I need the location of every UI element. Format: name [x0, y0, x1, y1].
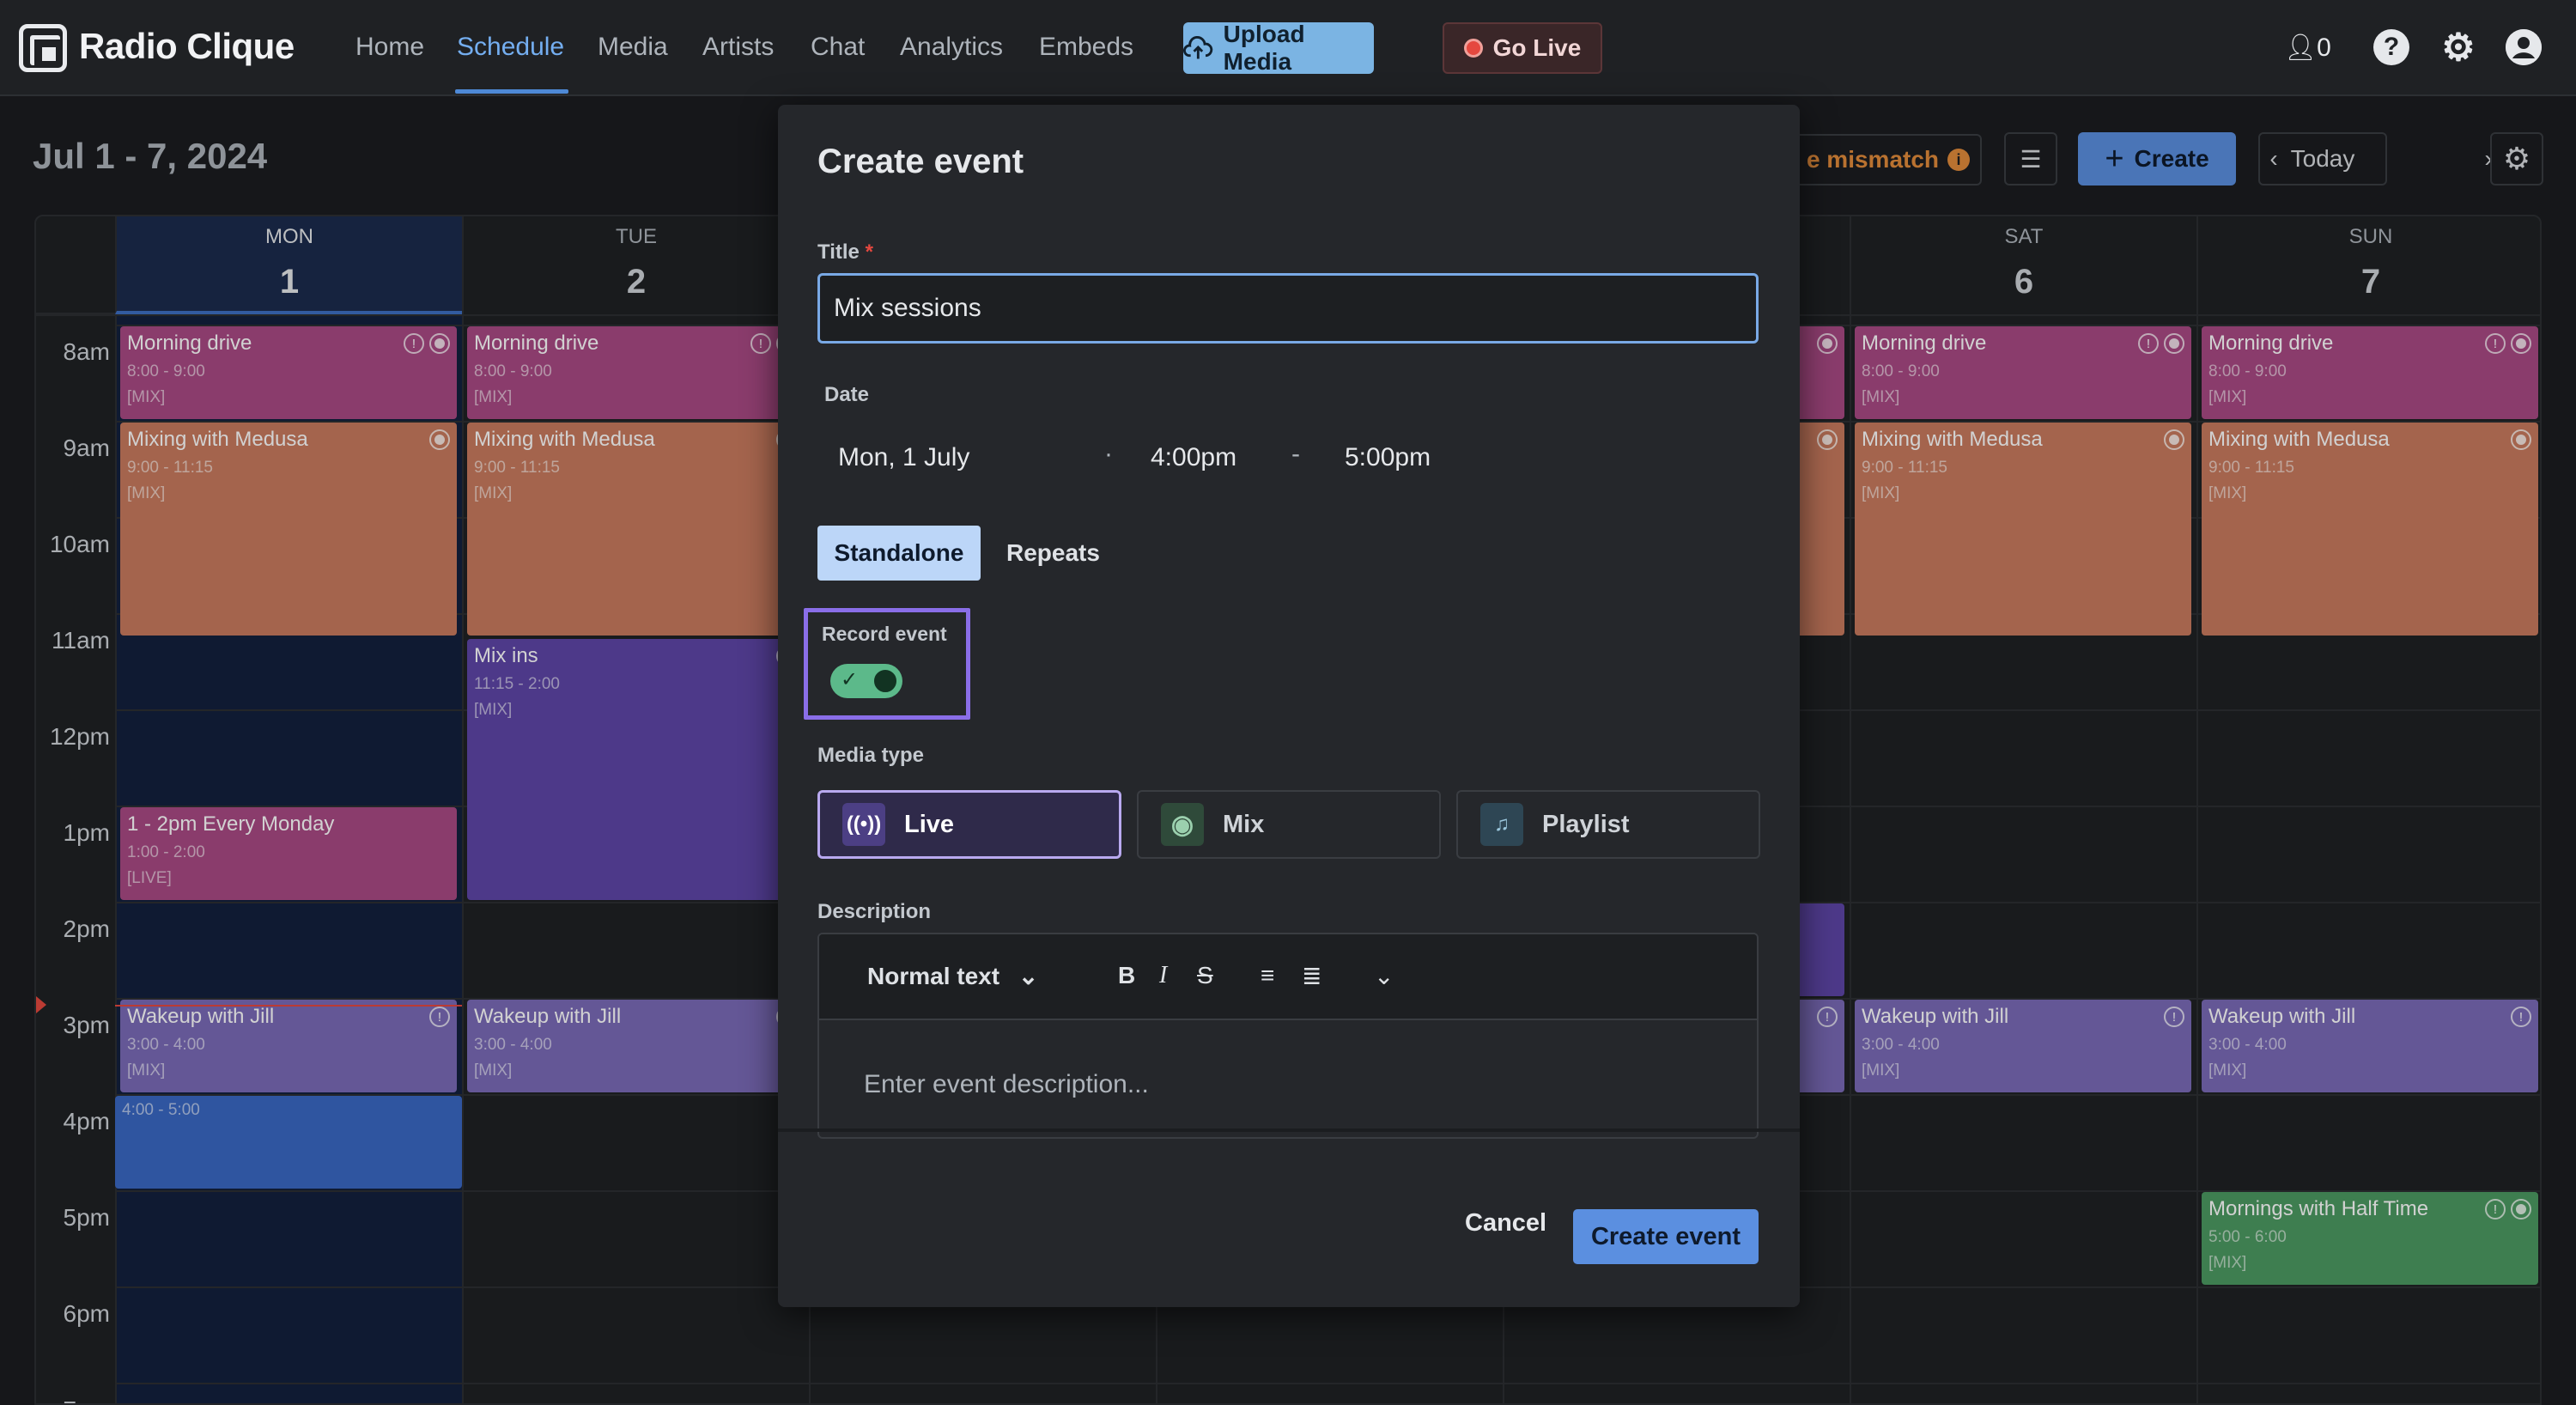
record-event-group: Record event ✓: [804, 608, 970, 720]
end-time-picker[interactable]: 5:00pm: [1345, 443, 1431, 472]
help-icon[interactable]: ?: [2373, 29, 2409, 65]
record-event-label: Record event: [822, 623, 947, 645]
time-separator: -: [1291, 440, 1300, 468]
nav-home[interactable]: Home: [355, 33, 424, 62]
vinyl-icon: ◉: [1161, 803, 1204, 846]
date-picker[interactable]: Mon, 1 July: [838, 443, 969, 472]
media-type-live-label: Live: [904, 810, 955, 838]
nav-analytics[interactable]: Analytics: [900, 33, 1003, 62]
italic-icon[interactable]: I: [1159, 962, 1167, 989]
upload-media-label: Upload Media: [1223, 21, 1305, 75]
nav-schedule[interactable]: Schedule: [457, 33, 564, 62]
logo-icon: [19, 24, 67, 72]
media-type-mix-label: Mix: [1223, 810, 1265, 838]
dialog-footer-divider: [778, 1128, 1800, 1132]
record-event-toggle[interactable]: ✓: [830, 664, 902, 698]
media-type-mix[interactable]: ◉ Mix: [1137, 790, 1441, 859]
listener-icon: 👤︎: [2284, 33, 2318, 62]
account-avatar-icon[interactable]: [2506, 29, 2542, 65]
start-time-picker[interactable]: 4:00pm: [1151, 443, 1236, 472]
listener-count-value: 0: [2317, 33, 2331, 62]
bold-icon[interactable]: B: [1118, 962, 1135, 989]
numbered-list-icon[interactable]: ≣: [1302, 962, 1321, 990]
description-editor: Normal text ⌄ B I S ≡ ≣ ⌄ Enter event de…: [817, 933, 1759, 1139]
create-event-dialog: Create event Title * Date Mon, 1 July · …: [778, 105, 1800, 1307]
event-title-input[interactable]: [817, 273, 1759, 344]
media-type-label: Media type: [817, 744, 925, 767]
nav-media[interactable]: Media: [598, 33, 668, 62]
date-separator: ·: [1104, 440, 1113, 468]
media-type-playlist[interactable]: ♫ Playlist: [1456, 790, 1760, 859]
live-dot-icon: [1463, 39, 1483, 58]
upload-media-button[interactable]: Upload Media: [1183, 21, 1374, 75]
check-icon: ✓: [841, 668, 859, 691]
broadcast-icon: ((•)): [842, 803, 885, 846]
cancel-button[interactable]: Cancel: [1465, 1209, 1546, 1238]
standalone-tab[interactable]: Standalone: [817, 526, 981, 581]
app-name: Radio Clique: [79, 26, 295, 66]
media-type-live[interactable]: ((•)) Live: [817, 790, 1121, 859]
toggle-knob: [872, 667, 899, 695]
go-live-label: Go Live: [1492, 34, 1582, 61]
strikethrough-icon[interactable]: S: [1197, 962, 1213, 989]
active-nav-indicator: [455, 89, 568, 94]
title-label-text: Title: [817, 240, 860, 264]
text-style-label: Normal text: [867, 963, 1000, 989]
description-label: Description: [817, 900, 932, 923]
top-navigation-bar: Radio Clique Home Schedule Media Artists…: [0, 0, 2576, 96]
nav-artists[interactable]: Artists: [702, 33, 774, 62]
go-live-button[interactable]: Go Live: [1443, 22, 1602, 74]
nav-embeds[interactable]: Embeds: [1039, 33, 1133, 62]
text-style-dropdown[interactable]: Normal text ⌄: [867, 962, 1038, 990]
description-placeholder[interactable]: Enter event description...: [864, 1070, 1149, 1099]
create-event-button[interactable]: Create event: [1573, 1209, 1759, 1264]
gear-icon[interactable]: ⚙: [2440, 27, 2476, 69]
bullet-list-icon[interactable]: ≡: [1261, 962, 1274, 989]
title-label: Title *: [817, 240, 873, 264]
repeats-tab[interactable]: Repeats: [1006, 526, 1100, 581]
editor-toolbar: Normal text ⌄ B I S ≡ ≣ ⌄: [819, 934, 1757, 1020]
more-options-chevron-icon[interactable]: ⌄: [1374, 962, 1394, 990]
nav-chat[interactable]: Chat: [811, 33, 865, 62]
cloud-upload-icon: [1183, 36, 1213, 59]
listener-count: 👤︎0: [2284, 33, 2331, 63]
media-type-playlist-label: Playlist: [1542, 810, 1630, 838]
dialog-title: Create event: [817, 143, 1024, 180]
date-label: Date: [824, 383, 870, 406]
playlist-icon: ♫: [1480, 803, 1523, 846]
chevron-down-icon: ⌄: [1018, 963, 1039, 989]
